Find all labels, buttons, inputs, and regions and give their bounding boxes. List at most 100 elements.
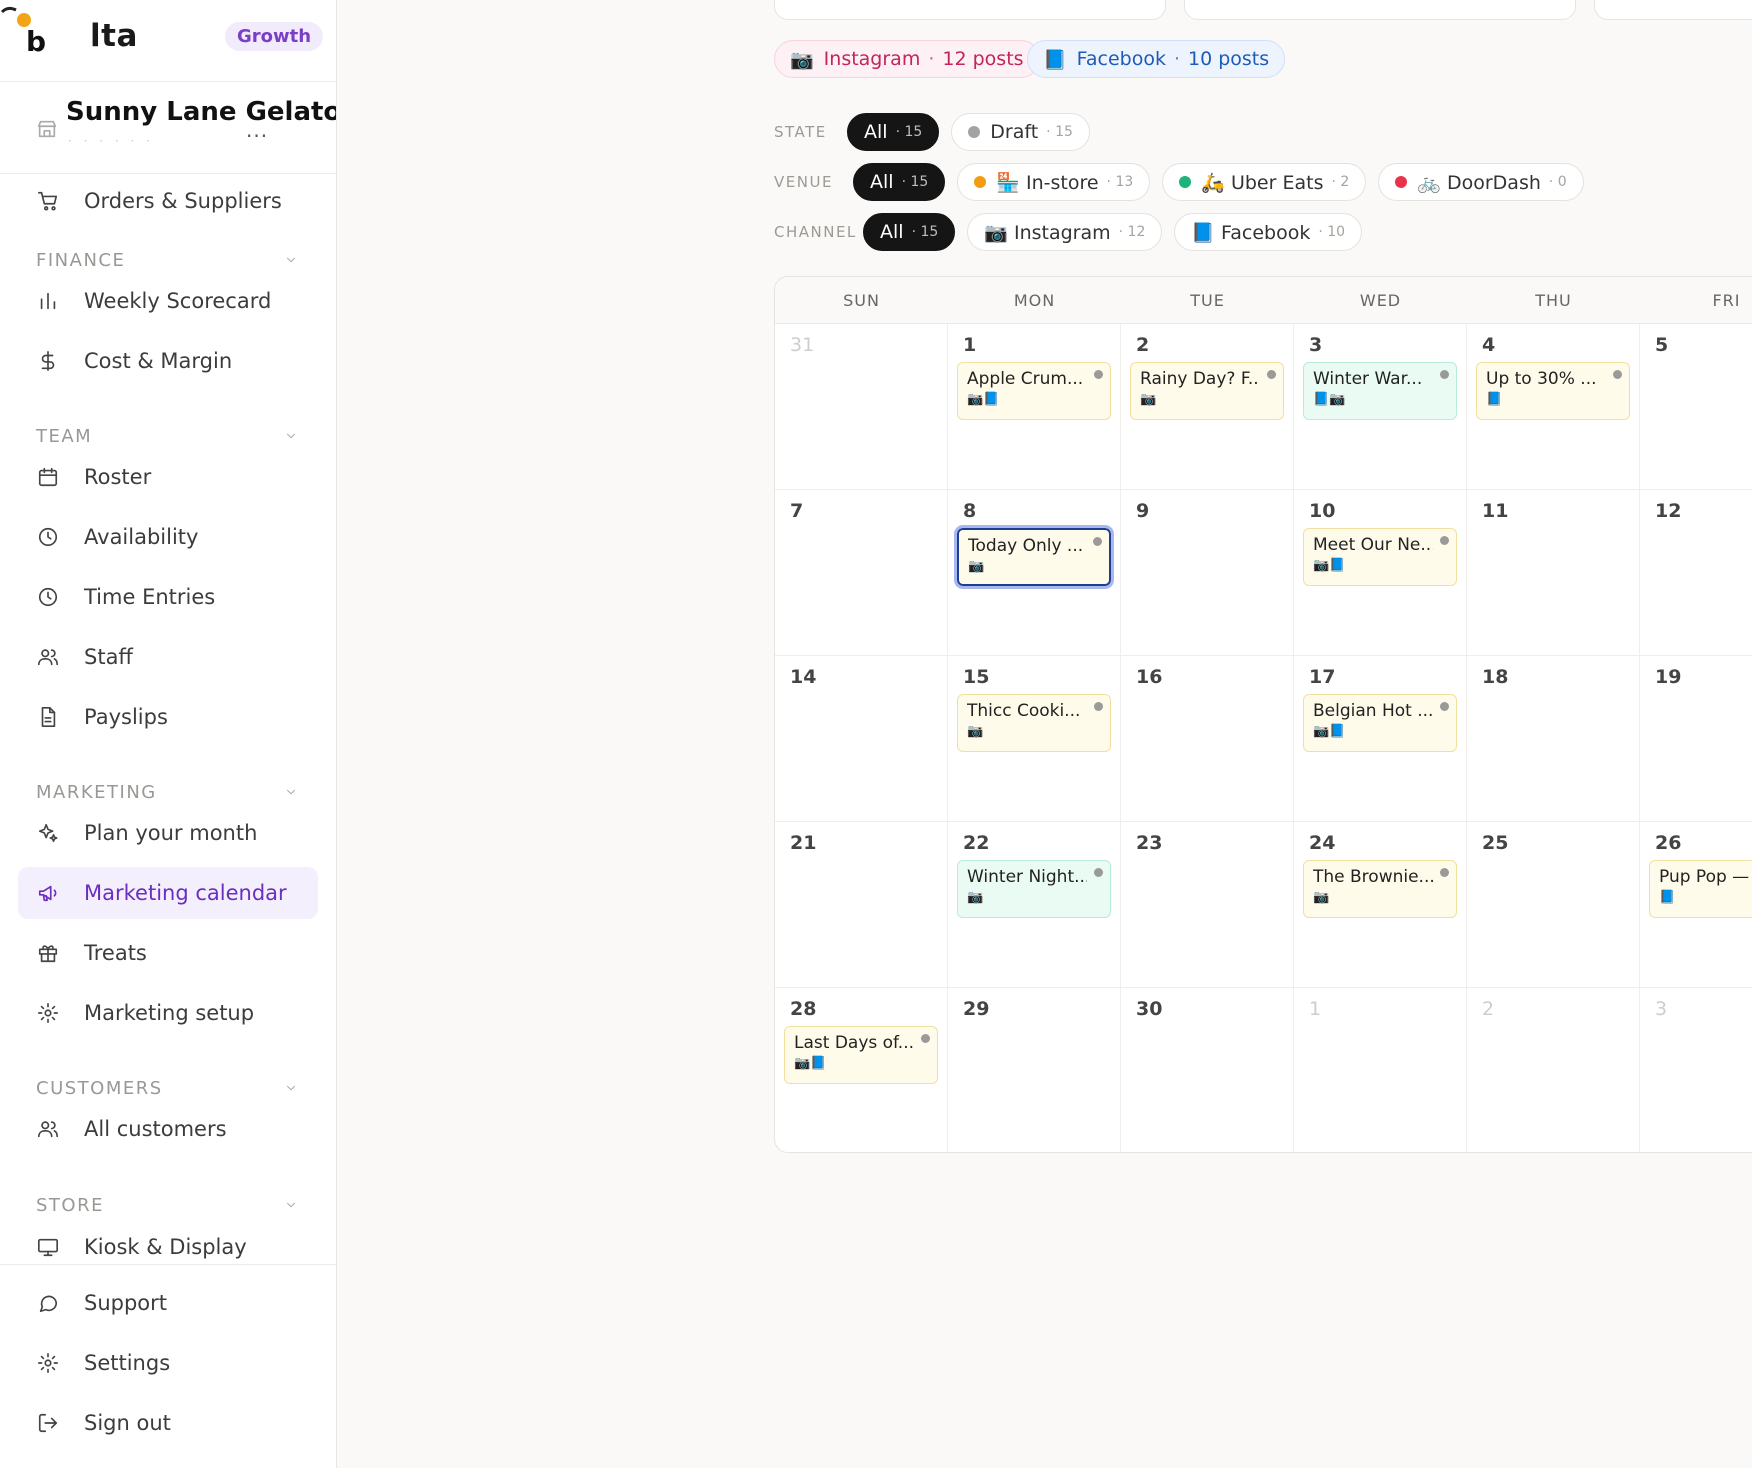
calendar-day-cell[interactable]: 11 [1467,490,1640,656]
calendar-day-cell[interactable]: 3 Winter War... 📘📷 [1294,324,1467,490]
day-number: 15 [963,666,990,688]
calendar-event-card[interactable]: Meet Our Ne... 📷📘 [1303,528,1457,586]
calendar-weekday-header: SUN MON TUE WED THU FRI [775,277,1752,324]
sidebar-item-staff[interactable]: Staff [18,631,318,683]
event-title: Apple Crum... [967,369,1084,389]
sidebar-item-time-entries[interactable]: Time Entries [18,571,318,623]
sidebar-item-sign-out[interactable]: Sign out [18,1397,318,1449]
sidebar-item-all-customers[interactable]: All customers [18,1103,318,1155]
sidebar-item-support[interactable]: Support [18,1277,318,1329]
calendar-day-cell[interactable]: 2 [1467,988,1640,1152]
calendar-event-card[interactable]: Pup Pop — ... 📘 [1649,860,1752,918]
tag-label: Instagram [823,48,921,70]
calendar-day-cell[interactable]: 7 [775,490,948,656]
facebook-icon: 📘 [1043,48,1067,71]
calendar-event-card[interactable]: Last Days of... 📷📘 [784,1026,938,1084]
calendar-day-cell[interactable]: 22 Winter Night... 📷 [948,822,1121,988]
calendar-day-cell[interactable]: 16 [1121,656,1294,822]
sidebar-item-settings[interactable]: Settings [18,1337,318,1389]
draft-status-dot [1094,702,1103,711]
day-number: 10 [1309,500,1336,522]
store-switcher[interactable]: Sunny Lane Gelato · · · · · · ··· [0,82,336,174]
sidebar-item-marketing-calendar[interactable]: Marketing calendar [18,867,318,919]
chip-channel-instagram[interactable]: 📷 Instagram · 12 [967,213,1163,251]
calendar-day-cell[interactable]: 19 [1640,656,1752,822]
sidebar-item-availability[interactable]: Availability [18,511,318,563]
uber-eats-dot [1179,176,1192,188]
calendar-day-cell[interactable]: 17 Belgian Hot ... 📷📘 [1294,656,1467,822]
calendar-day-cell[interactable]: 29 [948,988,1121,1152]
calendar-day-cell[interactable]: 28 Last Days of... 📷📘 [775,988,948,1152]
section-finance[interactable]: FINANCE [36,247,298,273]
sidebar-item-roster[interactable]: Roster [18,451,318,503]
channel-icons: 📷 [968,559,985,574]
calendar-day-cell[interactable]: 31 [775,324,948,490]
calendar-day-cell[interactable]: 3 [1640,988,1752,1152]
day-number: 3 [1309,334,1323,356]
calendar-day-cell[interactable]: 24 The Brownie... 📷 [1294,822,1467,988]
calendar-day-cell[interactable]: 21 [775,822,948,988]
sidebar-item-marketing-setup[interactable]: Marketing setup [18,987,318,1039]
calendar-event-card[interactable]: The Brownie... 📷 [1303,860,1457,918]
section-title: TEAM [36,425,93,447]
facebook-summary-tag[interactable]: 📘 Facebook · 10 posts [1027,40,1286,78]
section-team[interactable]: TEAM [36,423,298,449]
calendar-day-cell[interactable]: 5 [1640,324,1752,490]
chip-channel-facebook[interactable]: 📘 Facebook · 10 [1174,213,1363,251]
calendar-day-cell[interactable]: 15 Thicc Cooki... 📷 [948,656,1121,822]
calendar-event-card[interactable]: Winter War... 📘📷 [1303,362,1457,420]
chip-venue-uber-eats[interactable]: 🛵 Uber Eats · 2 [1162,163,1367,201]
chip-venue-doordash[interactable]: 🚲 DoorDash · 0 [1378,163,1584,201]
calendar-event-card[interactable]: Up to 30% ... 📘 [1476,362,1630,420]
calendar-event-card[interactable]: Rainy Day? F... 📷 [1130,362,1284,420]
channel-icons: 📷 [1140,392,1157,407]
day-number: 4 [1482,334,1496,356]
calendar-day-cell[interactable]: 9 [1121,490,1294,656]
day-number: 7 [790,500,804,522]
sidebar-item-treats[interactable]: Treats [18,927,318,979]
day-number: 30 [1136,998,1163,1020]
section-store[interactable]: STORE [36,1192,298,1218]
sidebar-item-kiosk[interactable]: Kiosk & Display [18,1221,318,1265]
sidebar-item-payslips[interactable]: Payslips [18,691,318,743]
sidebar-item-cost-margin[interactable]: Cost & Margin [18,335,318,387]
chip-venue-in-store[interactable]: 🏪 In-store · 13 [957,163,1151,201]
calendar-day-cell[interactable]: 25 [1467,822,1640,988]
chip-state-all[interactable]: All · 15 [847,113,940,151]
calendar-day-cell[interactable]: 2 Rainy Day? F... 📷 [1121,324,1294,490]
instagram-summary-tag[interactable]: 📷 Instagram · 12 posts [774,40,1040,78]
calendar-day-cell[interactable]: 14 [775,656,948,822]
calendar-day-cell[interactable]: 4 Up to 30% ... 📘 [1467,324,1640,490]
filter-label: STATE [774,123,827,141]
calendar-event-card[interactable]: Today Only ... 📷 [954,525,1114,589]
marketing-calendar: SUN MON TUE WED THU FRI 31 1 Apple Crum...… [774,276,1752,1153]
day-number: 5 [1655,334,1669,356]
store-more-icon[interactable]: ··· [246,124,268,148]
calendar-event-card[interactable]: Winter Night... 📷 [957,860,1111,918]
calendar-day-cell[interactable]: 1 Apple Crum... 📷📘 [948,324,1121,490]
chip-venue-all[interactable]: All · 15 [853,163,946,201]
weekday-label: THU [1535,291,1572,310]
sidebar-item-weekly-scorecard[interactable]: Weekly Scorecard [18,275,318,327]
status-dot [968,126,981,138]
calendar-event-card[interactable]: Thicc Cooki... 📷 [957,694,1111,752]
calendar-day-cell[interactable]: 18 [1467,656,1640,822]
calendar-day-cell[interactable]: 10 Meet Our Ne... 📷📘 [1294,490,1467,656]
calendar-event-card[interactable]: Belgian Hot ... 📷📘 [1303,694,1457,752]
chip-count: · 13 [1106,174,1134,190]
filter-row-venue: VENUE All · 15 🏪 In-store · 13 🛵 Uber Ea… [774,162,1596,202]
calendar-event-card[interactable]: Apple Crum... 📷📘 [957,362,1111,420]
calendar-day-cell[interactable]: 12 [1640,490,1752,656]
chip-state-draft[interactable]: Draft · 15 [951,113,1090,151]
calendar-day-cell[interactable]: 1 [1294,988,1467,1152]
calendar-day-cell[interactable]: 26 Pup Pop — ... 📘 [1640,822,1752,988]
sidebar-item-plan-month[interactable]: Plan your month [18,807,318,859]
section-customers[interactable]: CUSTOMERS [36,1075,298,1101]
section-marketing[interactable]: MARKETING [36,779,298,805]
sidebar-item-orders[interactable]: Orders & Suppliers [18,175,318,227]
calendar-day-cell[interactable]: 8 Today Only ... 📷 [948,490,1121,656]
calendar-day-cell[interactable]: 30 [1121,988,1294,1152]
chevron-down-icon [286,789,296,795]
chip-channel-all[interactable]: All · 15 [863,213,956,251]
calendar-day-cell[interactable]: 23 [1121,822,1294,988]
